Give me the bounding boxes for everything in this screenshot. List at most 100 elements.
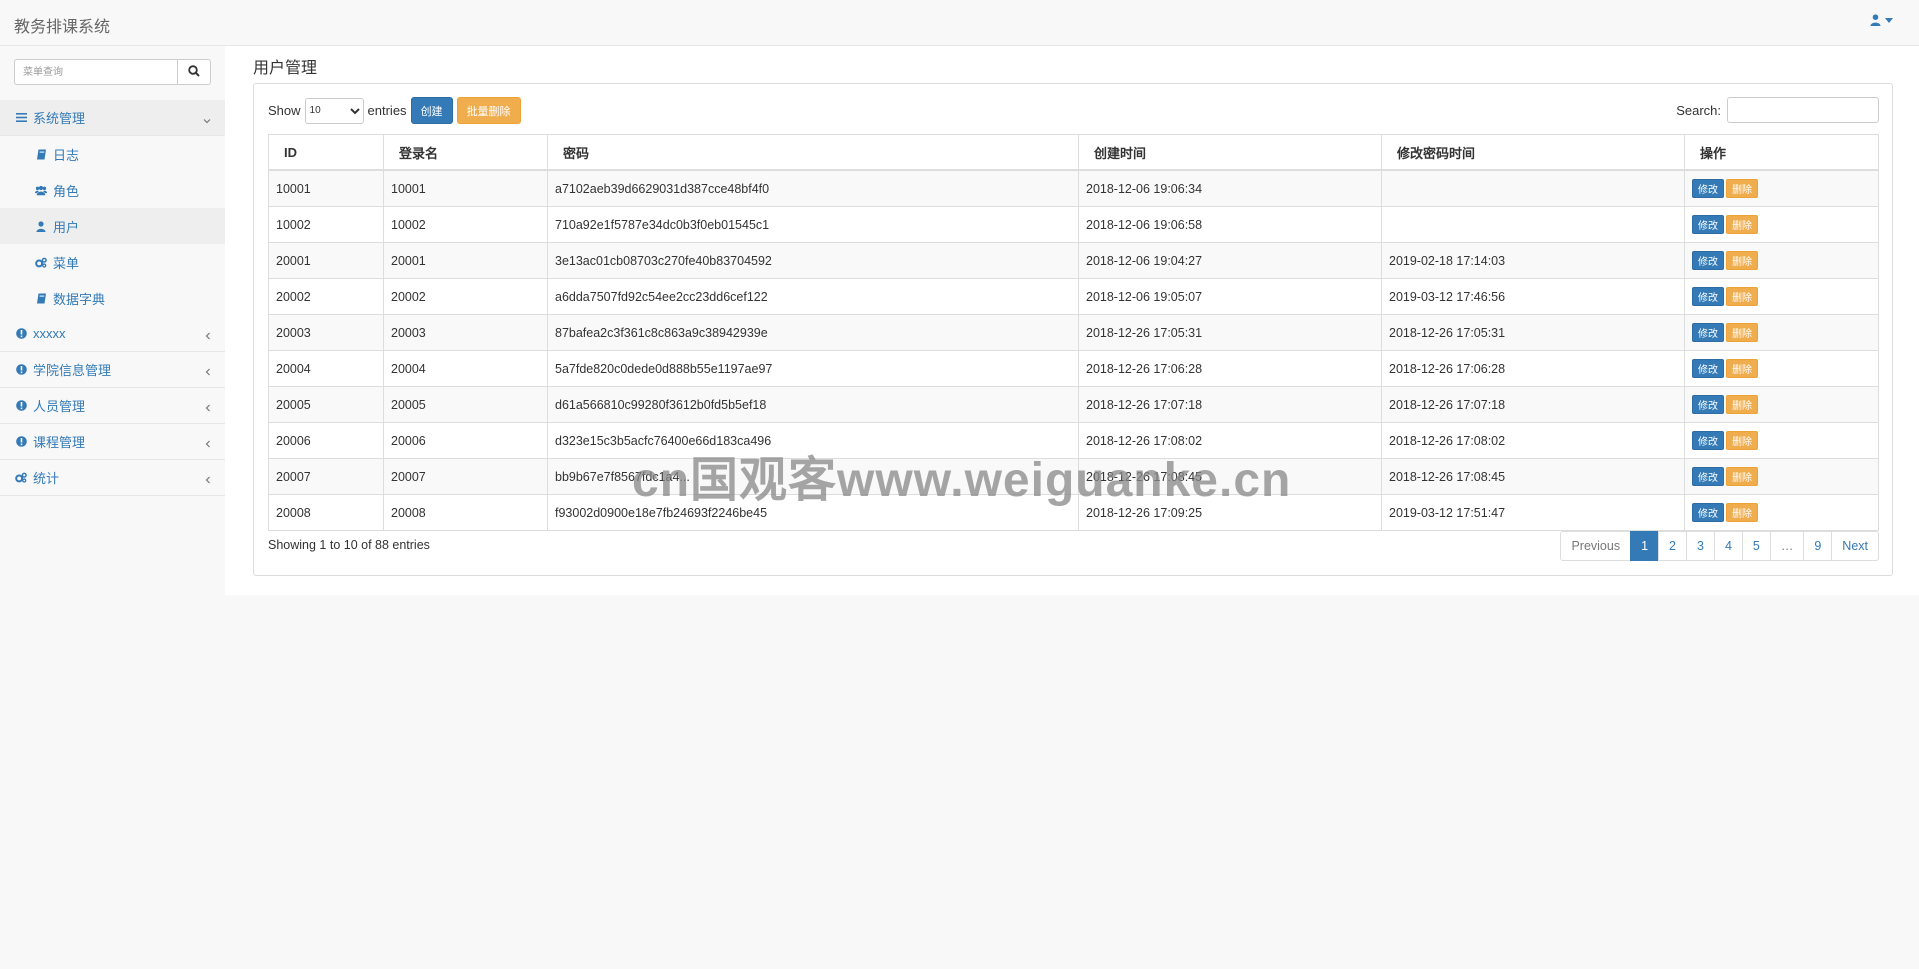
- table-row[interactable]: 20002 20002 a6dda7507fd92c54ee2cc23dd6ce…: [268, 278, 1879, 315]
- cell-created: 2018-12-06 19:05:07: [1078, 278, 1382, 315]
- chevron-down-icon: [203, 112, 211, 127]
- top-navbar: 教务排课系统: [0, 0, 1919, 46]
- sidebar-item-role[interactable]: 角色: [0, 172, 225, 208]
- cell-id: 20003: [268, 314, 384, 351]
- user-menu[interactable]: [1870, 14, 1893, 26]
- pagination-page-2[interactable]: 2: [1658, 531, 1687, 561]
- app-title[interactable]: 教务排课系统: [14, 13, 110, 37]
- edit-button[interactable]: 修改: [1692, 215, 1724, 234]
- edit-button[interactable]: 修改: [1692, 503, 1724, 522]
- pagination-page-4[interactable]: 4: [1713, 531, 1743, 561]
- cell-actions: 修改 删除: [1684, 206, 1879, 243]
- sidebar-item-statistics[interactable]: 统计: [0, 460, 225, 496]
- edit-button[interactable]: 修改: [1692, 431, 1724, 450]
- table-header-row: ID 登录名 密码 创建时间 修改密码时间 操作: [268, 134, 1879, 171]
- menu-search-button[interactable]: [177, 59, 211, 85]
- pagination-page-3[interactable]: 3: [1685, 531, 1715, 561]
- sidebar-item-menu[interactable]: 菜单: [0, 244, 225, 280]
- table-row[interactable]: 10002 10002 710a92e1f5787e34dc0b3f0eb015…: [268, 206, 1879, 243]
- pagination-previous[interactable]: Previous: [1560, 531, 1632, 561]
- sidebar-item-xxxxx[interactable]: xxxxx: [0, 316, 225, 352]
- sidebar-item-dictionary[interactable]: 数据字典: [0, 280, 225, 316]
- table-row[interactable]: 20003 20003 87bafea2c3f361c8c863a9c38942…: [268, 314, 1879, 351]
- cell-password: 87bafea2c3f361c8c863a9c38942939e: [547, 314, 1079, 351]
- column-header-created[interactable]: 创建时间: [1078, 134, 1382, 171]
- table-length-control: Show 10 entries 创建 批量删除: [268, 97, 521, 124]
- pagination-next[interactable]: Next: [1831, 531, 1879, 561]
- edit-button[interactable]: 修改: [1692, 251, 1724, 270]
- sidebar-item-personnel[interactable]: 人员管理: [0, 388, 225, 424]
- cell-id: 10001: [268, 169, 384, 207]
- cell-created: 2018-12-26 17:05:31: [1078, 314, 1382, 351]
- page-size-select[interactable]: 10: [304, 97, 364, 124]
- pagination-page-1[interactable]: 1: [1630, 531, 1660, 561]
- delete-button[interactable]: 删除: [1726, 215, 1758, 234]
- user-icon: [1870, 14, 1881, 26]
- sidebar-item-course[interactable]: 课程管理: [0, 424, 225, 460]
- menu-search-group: [14, 59, 211, 85]
- delete-button[interactable]: 删除: [1726, 287, 1758, 306]
- cell-modified: 2018-12-26 17:08:02: [1381, 422, 1685, 459]
- book-icon: [35, 149, 47, 160]
- cell-modified: 2019-02-18 17:14:03: [1381, 242, 1685, 279]
- delete-button[interactable]: 删除: [1726, 503, 1758, 522]
- edit-button[interactable]: 修改: [1692, 359, 1724, 378]
- column-header-id[interactable]: ID: [268, 134, 384, 171]
- sidebar-item-user[interactable]: 用户: [0, 208, 225, 244]
- cell-login: 20002: [383, 278, 548, 315]
- edit-button[interactable]: 修改: [1692, 467, 1724, 486]
- cell-login: 20008: [383, 494, 548, 531]
- sidebar-item-label: 角色: [53, 183, 80, 199]
- cell-id: 20001: [268, 242, 384, 279]
- column-header-login[interactable]: 登录名: [383, 134, 548, 171]
- cell-actions: 修改 删除: [1684, 386, 1879, 423]
- sidebar-item-college[interactable]: 学院信息管理: [0, 352, 225, 388]
- edit-button[interactable]: 修改: [1692, 287, 1724, 306]
- delete-button[interactable]: 删除: [1726, 431, 1758, 450]
- page-title: 用户管理: [253, 60, 318, 77]
- column-header-password[interactable]: 密码: [547, 134, 1079, 171]
- table-row[interactable]: 20007 20007 bb9b67e7f8567fdc1a4... 2018-…: [268, 458, 1879, 495]
- table-row[interactable]: 20006 20006 d323e15c3b5acfc76400e66d183c…: [268, 422, 1879, 459]
- menu-search-input[interactable]: [14, 59, 177, 85]
- cell-password: a7102aeb39d6629031d387cce48bf4f0: [547, 169, 1079, 207]
- sidebar-item-label: xxxxx: [33, 326, 66, 341]
- column-header-modified[interactable]: 修改密码时间: [1381, 134, 1685, 171]
- sidebar-item-log[interactable]: 日志: [0, 136, 225, 172]
- cell-modified: 2019-03-12 17:51:47: [1381, 494, 1685, 531]
- entries-label: entries: [367, 103, 407, 118]
- delete-button[interactable]: 删除: [1726, 179, 1758, 198]
- sidebar-item-label: 用户: [53, 219, 80, 235]
- show-label: Show: [268, 103, 301, 118]
- table-info: Showing 1 to 10 of 88 entries: [268, 538, 430, 552]
- pagination-page-9[interactable]: 9: [1803, 531, 1833, 561]
- pagination-ellipsis: …: [1769, 531, 1805, 561]
- table-search-input[interactable]: [1727, 97, 1879, 123]
- delete-button[interactable]: 删除: [1726, 395, 1758, 414]
- batch-delete-button[interactable]: 批量删除: [456, 97, 521, 124]
- cell-id: 10002: [268, 206, 384, 243]
- search-label: Search:: [1676, 102, 1721, 118]
- info-circle-icon: [15, 400, 27, 411]
- cell-actions: 修改 删除: [1684, 278, 1879, 315]
- cell-modified: 2018-12-26 17:07:18: [1381, 386, 1685, 423]
- delete-button[interactable]: 删除: [1726, 467, 1758, 486]
- create-button[interactable]: 创建: [410, 97, 453, 124]
- edit-button[interactable]: 修改: [1692, 179, 1724, 198]
- table-row[interactable]: 20008 20008 f93002d0900e18e7fb24693f2246…: [268, 494, 1879, 531]
- table-row[interactable]: 20005 20005 d61a566810c99280f3612b0fd5b5…: [268, 386, 1879, 423]
- edit-button[interactable]: 修改: [1692, 395, 1724, 414]
- table-row[interactable]: 20004 20004 5a7fde820c0dede0d888b55e1197…: [268, 350, 1879, 387]
- cell-created: 2018-12-26 17:09:25: [1078, 494, 1382, 531]
- delete-button[interactable]: 删除: [1726, 323, 1758, 342]
- delete-button[interactable]: 删除: [1726, 359, 1758, 378]
- user-icon: [35, 220, 47, 232]
- pagination-page-5[interactable]: 5: [1741, 531, 1771, 561]
- edit-button[interactable]: 修改: [1692, 323, 1724, 342]
- sidebar-item-system[interactable]: 系统管理: [0, 100, 225, 136]
- table-row[interactable]: 10001 10001 a7102aeb39d6629031d387cce48b…: [268, 169, 1879, 207]
- delete-button[interactable]: 删除: [1726, 251, 1758, 270]
- table-row[interactable]: 20001 20001 3e13ac01cb08703c270fe40b8370…: [268, 242, 1879, 279]
- cell-actions: 修改 删除: [1684, 422, 1879, 459]
- cell-id: 20008: [268, 494, 384, 531]
